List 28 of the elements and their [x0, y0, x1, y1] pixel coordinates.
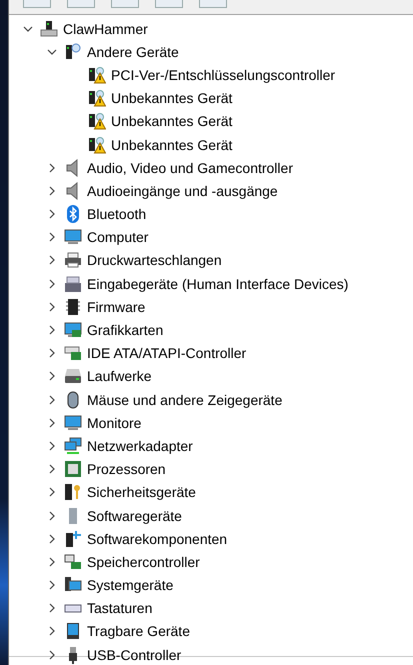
tree-item[interactable]: Andere Geräte — [85, 44, 181, 60]
tree-item[interactable]: Speichercontroller — [85, 554, 202, 570]
tree-item[interactable]: Grafikkarten — [85, 322, 166, 338]
tree-item[interactable]: Unbekanntes Gerät — [109, 136, 234, 153]
tree-item[interactable]: Netzwerkadapter — [85, 438, 195, 454]
tree-item[interactable]: Monitore — [85, 414, 144, 431]
tree-item[interactable]: Tastaturen — [85, 600, 154, 616]
tree-item[interactable]: ClawHammer — [61, 20, 150, 37]
tree-item[interactable]: Eingabegeräte (Human Interface Devices) — [85, 276, 350, 292]
tree-item[interactable]: Firmware — [85, 298, 148, 315]
tree-item[interactable]: Audio, Video und Gamecontroller — [85, 160, 295, 176]
tree-item[interactable]: Softwarekomponenten — [85, 530, 230, 547]
tree-item[interactable]: IDE ATA/ATAPI-Controller — [85, 345, 248, 362]
tree-item[interactable]: Sicherheitsgeräte — [85, 484, 198, 500]
tree-item[interactable]: Unbekanntes Gerät — [109, 90, 234, 106]
tree-item[interactable]: Bluetooth — [85, 206, 148, 222]
tree-item[interactable]: Druckwarteschlangen — [85, 252, 224, 268]
tree-item[interactable]: PCI-Ver-/Entschlüsselungscontroller — [109, 66, 338, 83]
tree-item[interactable]: Laufwerke — [85, 368, 154, 384]
tree-item[interactable]: Computer — [85, 229, 150, 246]
tree-item[interactable]: USB-Controller — [85, 646, 184, 663]
tree-item[interactable]: Audioeingänge und -ausgänge — [85, 182, 280, 199]
tree-item[interactable]: Mäuse und andere Zeigegeräte — [85, 392, 284, 408]
tree-item[interactable]: Prozessoren — [85, 461, 168, 478]
tree-item[interactable]: Softwaregeräte — [85, 508, 184, 524]
tree-item[interactable]: Tragbare Geräte — [85, 623, 192, 640]
tree-item[interactable]: Systemgeräte — [85, 577, 176, 594]
tree-item[interactable]: Unbekanntes Gerät — [109, 113, 234, 130]
